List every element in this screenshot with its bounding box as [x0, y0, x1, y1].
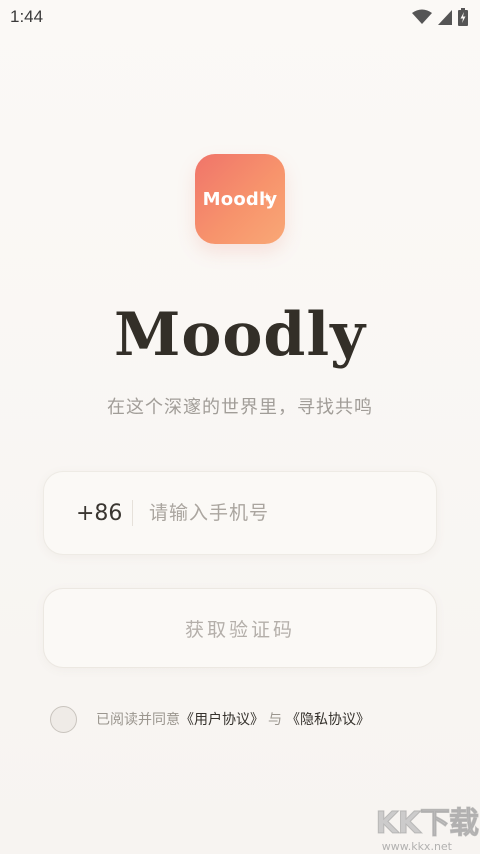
phone-input[interactable] [149, 493, 416, 533]
agreement-checkbox[interactable] [50, 705, 77, 733]
battery-charging-icon [458, 8, 468, 26]
app-logo: Moodly [195, 154, 285, 244]
user-agreement-link[interactable]: 《用户协议》 [180, 709, 264, 729]
watermark: KK下载 www.kkx.net [358, 798, 479, 854]
status-bar: 1:44 [0, 0, 480, 34]
status-time: 1:44 [10, 7, 44, 26]
privacy-policy-link[interactable]: 《隐私协议》 [286, 709, 370, 729]
app-tagline: 在这个深邃的世界里，寻找共鸣 [107, 397, 373, 418]
sparkle-icon [262, 187, 272, 206]
agreement-prefix: 已阅读并同意 [96, 712, 180, 728]
signal-icon [438, 9, 452, 25]
status-icons [412, 8, 468, 26]
get-code-button[interactable]: 获取验证码 [43, 588, 437, 668]
wifi-icon [412, 9, 432, 25]
agreement-conjunction: 与 [268, 712, 282, 728]
agreement-row: 已阅读并同意 《用户协议》 与 《隐私协议》 [50, 705, 370, 733]
app-title: Moodly [113, 300, 367, 370]
watermark-logo: KK下载 [375, 806, 479, 842]
field-divider [132, 500, 133, 526]
watermark-url: www.kkx.net [381, 840, 452, 853]
phone-field[interactable]: +86 [43, 471, 437, 555]
country-code-selector[interactable]: +86 [44, 501, 132, 526]
